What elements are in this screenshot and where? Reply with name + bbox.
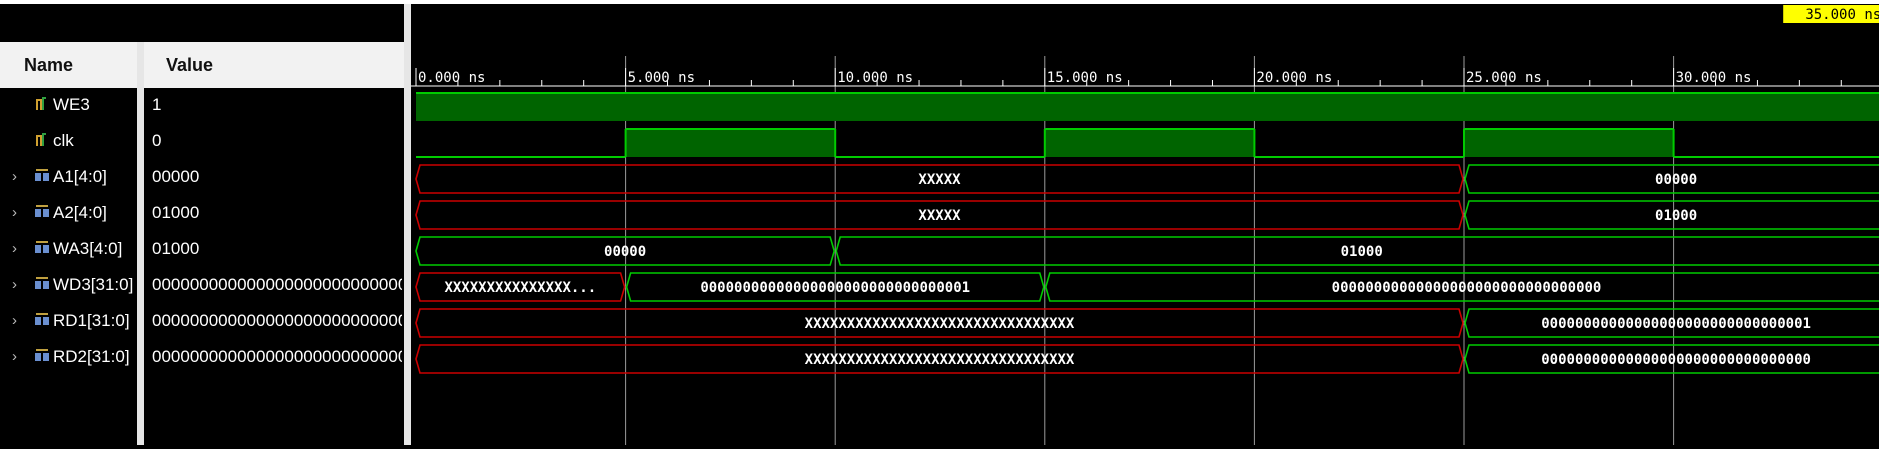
bus-value-label: 01000 [1655, 208, 1697, 224]
bus-value-label: XXXXX [918, 208, 961, 224]
pane-splitter[interactable] [404, 4, 411, 445]
expand-chevron-icon[interactable]: › [12, 348, 26, 365]
bus-signal-icon [35, 241, 49, 253]
high-level-fill [416, 93, 1879, 121]
signal-row[interactable]: › A1[4:0] 00000 [0, 159, 404, 195]
bit-signal-icon [36, 133, 46, 146]
signal-row[interactable]: › WA3[4:0] 01000 [0, 231, 404, 267]
bus-signal-icon [35, 313, 49, 325]
bus-value-label: 00000000000000000000000000000000 [1332, 280, 1602, 296]
expand-chevron-icon[interactable]: › [12, 240, 26, 257]
signal-name: WE3 [53, 95, 90, 114]
bus-signal-icon [35, 349, 49, 361]
bus-signal-icon [35, 169, 49, 181]
signal-row[interactable]: WE3 1 [0, 87, 404, 123]
signal-value: 00000000000000000000000000000000 [152, 275, 402, 294]
waveform-view[interactable]: 0.000 ns 5.000 ns 10.000 ns 15.000 ns 20.000… [411, 4, 1879, 445]
value-column-header[interactable]: Value [144, 42, 404, 88]
bus-value-label: XXXXXXXXXXXXXXXXXXXXXXXXXXXXXXXX [805, 316, 1075, 332]
ruler-tick-label: 15.000 ns [1047, 70, 1123, 86]
bus-value-label: 00000000000000000000000000000001 [1541, 316, 1811, 332]
bus-value-label: 01000 [1341, 244, 1383, 260]
signal-name: clk [53, 131, 74, 150]
signal-row[interactable]: › A2[4:0] 01000 [0, 195, 404, 231]
signal-value: 01000 [152, 203, 200, 222]
bus-value-label: XXXXXXXXXXXXXXXXXXXXXXXXXXXXXXXX [805, 352, 1075, 368]
high-level-fill [1464, 129, 1674, 157]
signal-name: A1[4:0] [53, 167, 107, 186]
signal-value: 01000 [152, 239, 200, 258]
signal-value: 00000000000000000000000000000000 [152, 347, 402, 366]
signal-name: WA3[4:0] [53, 239, 123, 258]
expand-chevron-icon[interactable]: › [12, 204, 26, 221]
ruler-tick-label: 5.000 ns [628, 70, 695, 86]
ruler-tick-label: 30.000 ns [1676, 70, 1752, 86]
signal-name: A2[4:0] [53, 203, 107, 222]
signal-row[interactable]: › RD1[31:0] 000000000000000000000000000000… [0, 303, 404, 339]
objects-panel: Name Value WE3 1 clk 0 › A1[4:0] 00000 › A2[4:0]… [0, 4, 404, 445]
signal-value: 0 [152, 131, 162, 150]
signal-row[interactable]: › WD3[31:0] 000000000000000000000000000000… [0, 267, 404, 303]
bus-value-label: 00000000000000000000000000000000 [1541, 352, 1811, 368]
expand-chevron-icon[interactable]: › [12, 312, 26, 329]
signal-row[interactable]: clk 0 [0, 123, 404, 159]
bus-value-label: 00000000000000000000000000000001 [700, 280, 970, 296]
signal-name: WD3[31:0] [53, 275, 134, 294]
signal-value: 1 [152, 95, 162, 114]
signal-name: RD1[31:0] [53, 311, 130, 330]
cursor-time-label: 35.000 ns [1805, 7, 1879, 23]
expand-chevron-icon[interactable]: › [12, 276, 26, 293]
high-level-fill [625, 129, 836, 157]
bus-value-label: XXXXXXXXXXXXXXX... [444, 280, 596, 296]
ruler-tick-label: 10.000 ns [837, 70, 913, 86]
bus-value-label: 00000 [604, 244, 646, 260]
bus-value-label: 00000 [1655, 172, 1697, 188]
bit-signal-icon [36, 97, 46, 110]
signal-value: 00000000000000000000000000000001 [152, 311, 402, 330]
ruler-tick-label: 20.000 ns [1256, 70, 1332, 86]
name-column-header[interactable]: Name [0, 42, 137, 88]
ruler-tick-label: 0.000 ns [418, 70, 485, 86]
bus-signal-icon [35, 205, 49, 217]
high-level-fill [1044, 129, 1255, 157]
signal-row[interactable]: › RD2[31:0] 000000000000000000000000000000… [0, 339, 404, 375]
signal-value: 00000 [152, 167, 200, 186]
signal-name: RD2[31:0] [53, 347, 130, 366]
ruler-tick-label: 25.000 ns [1466, 70, 1542, 86]
panel-toolbar-area [0, 4, 404, 42]
bus-value-label: XXXXX [918, 172, 961, 188]
bus-signal-icon [35, 277, 49, 289]
expand-chevron-icon[interactable]: › [12, 168, 26, 185]
waveform-canvas[interactable]: 0.000 ns 5.000 ns 10.000 ns 15.000 ns 20.000… [411, 4, 1879, 445]
